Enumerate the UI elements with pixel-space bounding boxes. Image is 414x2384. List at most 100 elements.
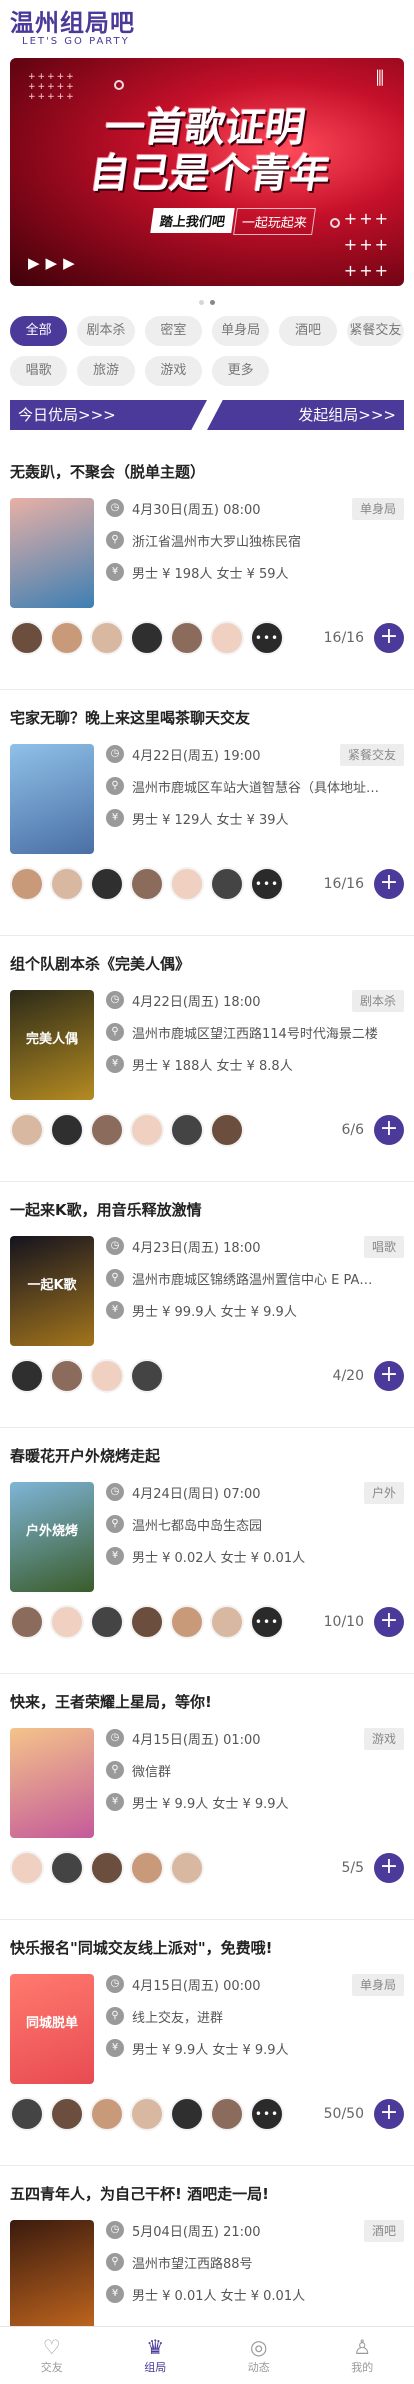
event-title[interactable]: 组个队剧本杀《完美人偶》 (10, 954, 404, 974)
event-card[interactable]: 无轰趴，不聚会（脱单主题） ◷ 4月30日(周五) 08:00 ⚲ 浙江省温州市大罗山独… (0, 444, 414, 690)
category-more[interactable]: 更多 (211, 356, 270, 386)
promo-banner[interactable]: +++++ +++++ +++++ ⫼ 一首歌证明 自己是个青年 踏上我们吧 一起玩… (10, 58, 404, 286)
participant-avatar[interactable] (90, 1359, 124, 1393)
participant-avatar[interactable] (50, 867, 84, 901)
event-title[interactable]: 快来，王者荣耀上星局，等你! (10, 1692, 404, 1712)
event-card[interactable]: 组个队剧本杀《完美人偶》 完美人偶 ◷ 4月22日(周五) 18:00 ⚲ 温州市鹿城区望… (0, 936, 414, 1182)
category-karaoke[interactable]: 唱歌 (10, 356, 68, 386)
category-singles[interactable]: 单身局 (211, 316, 270, 346)
participant-avatar[interactable] (10, 1359, 44, 1393)
event-title[interactable]: 快乐报名"同城交友线上派对"，免费哦! (10, 1938, 404, 1958)
participant-avatar[interactable] (50, 1113, 84, 1147)
participant-avatar[interactable] (90, 867, 124, 901)
participant-avatar[interactable] (10, 1605, 44, 1639)
join-button[interactable]: + (374, 1361, 404, 1391)
category-all[interactable]: 全部 (10, 316, 68, 346)
event-cover-image[interactable] (10, 498, 94, 608)
event-cover-image[interactable]: 户外烧烤 (10, 1482, 94, 1592)
category-bar[interactable]: 酒吧 (279, 316, 337, 346)
category-escape-room[interactable]: 密室 (144, 316, 202, 346)
participant-avatar[interactable] (90, 1113, 124, 1147)
category-murder-mystery[interactable]: 剧本杀 (77, 316, 135, 346)
more-participants-icon[interactable]: ••• (250, 2097, 284, 2131)
participant-avatar[interactable] (170, 2097, 204, 2131)
tab-profile[interactable]: ♙ 我的 (311, 2327, 414, 2384)
event-card[interactable]: 快来，王者荣耀上星局，等你! ◷ 4月15日(周五) 01:00 ⚲ 微信群 ¥ 男士 ¥ … (0, 1674, 414, 1920)
participant-avatar[interactable] (170, 1113, 204, 1147)
event-cover-image[interactable]: 完美人偶 (10, 990, 94, 1100)
participant-avatar[interactable] (90, 621, 124, 655)
event-cover-image[interactable] (10, 744, 94, 854)
participant-avatar[interactable] (210, 2097, 244, 2131)
event-title[interactable]: 宅家无聊？晚上来这里喝茶聊天交友 (10, 708, 404, 728)
participant-avatar[interactable] (210, 867, 244, 901)
category-travel[interactable]: 旅游 (77, 356, 135, 386)
participant-avatar[interactable] (210, 1113, 244, 1147)
join-button[interactable]: + (374, 623, 404, 653)
today-events-link[interactable]: 今日优局>>> (10, 400, 207, 430)
more-participants-icon[interactable]: ••• (250, 867, 284, 901)
category-dinner-social[interactable]: 紧餐交友 (346, 316, 404, 346)
event-card[interactable]: 春暖花开户外烧烤走起 户外烧烤 ◷ 4月24日(周日) 07:00 ⚲ 温州七都岛中岛生态… (0, 1428, 414, 1674)
tab-events[interactable]: ♛ 组局 (104, 2327, 208, 2384)
participant-avatar[interactable] (130, 1851, 164, 1885)
join-button[interactable]: + (374, 1853, 404, 1883)
participant-avatar[interactable] (50, 1359, 84, 1393)
event-title[interactable]: 一起来K歌，用音乐释放激情 (10, 1200, 404, 1220)
event-title[interactable]: 五四青年人，为自己干杯! 酒吧走一局! (10, 2184, 404, 2204)
price-icon: ¥ (106, 809, 124, 827)
participant-avatar[interactable] (130, 1113, 164, 1147)
join-button[interactable]: + (374, 1115, 404, 1145)
participant-avatar[interactable] (10, 1113, 44, 1147)
participant-avatar[interactable] (10, 621, 44, 655)
participant-avatar[interactable] (130, 2097, 164, 2131)
event-location: 温州七都岛中岛生态园 (132, 1518, 263, 1534)
carousel-dot[interactable] (199, 300, 204, 305)
event-cover-image[interactable]: 同城脱单 (10, 1974, 94, 2084)
event-location: 温州市鹿城区望江西路114号时代海景二楼 (132, 1026, 378, 1042)
event-card[interactable]: 快乐报名"同城交友线上派对"，免费哦! 同城脱单 ◷ 4月15日(周五) 00:00 ⚲… (0, 1920, 414, 2166)
event-price: 男士 ¥ 198人 女士 ¥ 59人 (132, 566, 289, 582)
event-type-badge: 单身局 (351, 1974, 404, 1996)
event-cover-image[interactable]: 一起K歌 (10, 1236, 94, 1346)
participant-avatar[interactable] (170, 621, 204, 655)
participant-avatar[interactable] (90, 1851, 124, 1885)
category-games[interactable]: 游戏 (144, 356, 202, 386)
participant-avatar[interactable] (130, 1605, 164, 1639)
event-card[interactable]: 一起来K歌，用音乐释放激情一起K歌 ◷ 4月23日(周五) 18:00 ⚲ 温州市鹿城区… (0, 1182, 414, 1428)
participant-avatar[interactable] (10, 2097, 44, 2131)
participant-avatar[interactable] (130, 867, 164, 901)
participant-avatar[interactable] (10, 1851, 44, 1885)
participant-avatar[interactable] (90, 2097, 124, 2131)
participant-avatar[interactable] (130, 621, 164, 655)
event-title[interactable]: 无轰趴，不聚会（脱单主题） (10, 462, 404, 482)
participant-avatar[interactable] (90, 1605, 124, 1639)
join-button[interactable]: + (374, 869, 404, 899)
participant-avatar[interactable] (130, 1359, 164, 1393)
brand-title: 温州组局吧 (10, 9, 135, 37)
more-participants-icon[interactable]: ••• (250, 621, 284, 655)
participant-avatar[interactable] (170, 1851, 204, 1885)
carousel-dot-active[interactable] (210, 300, 215, 305)
event-card[interactable]: 宅家无聊？晚上来这里喝茶聊天交友 ◷ 4月22日(周五) 19:00 ⚲ 温州市鹿城区车… (0, 690, 414, 936)
participant-avatar[interactable] (50, 1605, 84, 1639)
participant-avatar[interactable] (170, 867, 204, 901)
event-title[interactable]: 春暖花开户外烧烤走起 (10, 1446, 404, 1466)
participant-avatar[interactable] (170, 1605, 204, 1639)
event-cover-image[interactable] (10, 2220, 94, 2330)
participant-avatar[interactable] (50, 2097, 84, 2131)
participant-avatar[interactable] (10, 867, 44, 901)
participant-avatar[interactable] (50, 621, 84, 655)
join-button[interactable]: + (374, 2099, 404, 2129)
event-cover-image[interactable] (10, 1728, 94, 1838)
more-participants-icon[interactable]: ••• (250, 1605, 284, 1639)
participant-count: 4/20 (332, 1368, 364, 1384)
participant-avatar[interactable] (50, 1851, 84, 1885)
tab-friends[interactable]: ♡ 交友 (0, 2327, 104, 2384)
participant-avatar[interactable] (210, 621, 244, 655)
participant-avatar[interactable] (210, 1605, 244, 1639)
tab-moments[interactable]: ◎ 动态 (207, 2327, 311, 2384)
event-info: ◷ 4月23日(周五) 18:00 ⚲ 温州市鹿城区锦绣路温州置信中心 E PA… ¥ 男… (94, 1236, 404, 1344)
create-event-link[interactable]: 发起组局>>> (207, 400, 404, 430)
join-button[interactable]: + (374, 1607, 404, 1637)
